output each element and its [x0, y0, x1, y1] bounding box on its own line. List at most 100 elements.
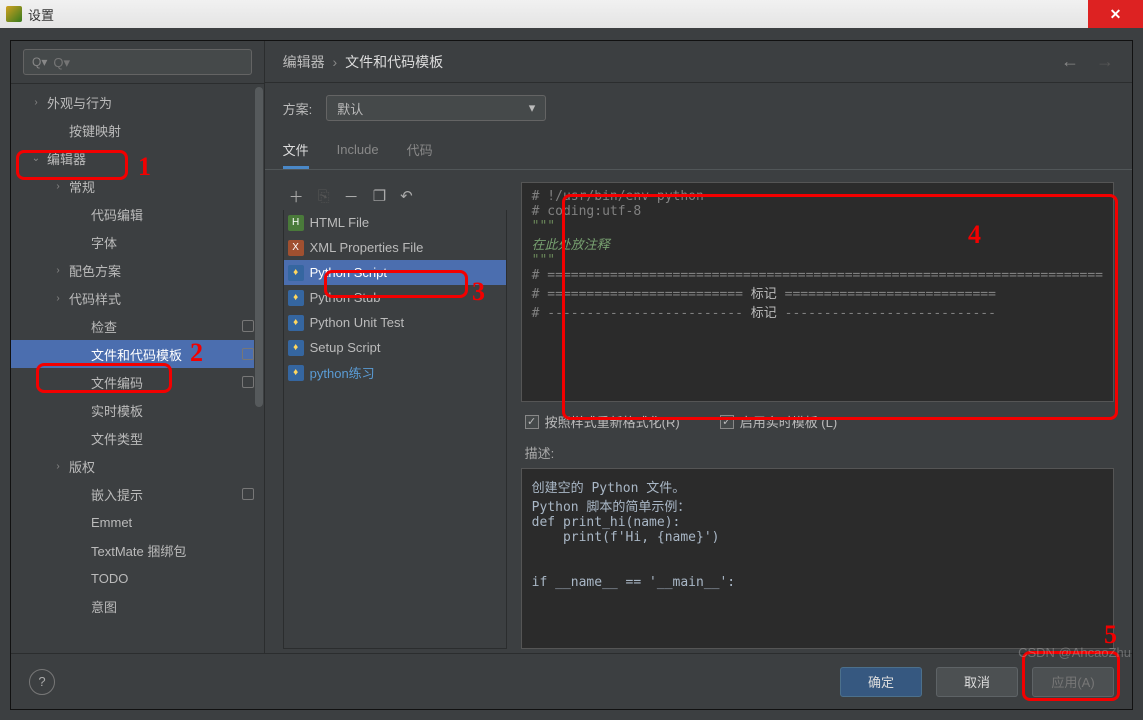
help-button[interactable]: ? [29, 669, 55, 695]
scope-icon [242, 320, 254, 332]
sidebar-item-label: 代码样式 [69, 289, 121, 308]
sidebar-item[interactable]: TextMate 捆绑包 [11, 536, 264, 564]
sidebar-item[interactable]: 代码编辑 [11, 200, 264, 228]
sidebar-item[interactable]: ›配色方案 [11, 256, 264, 284]
tab[interactable]: Include [337, 133, 379, 169]
sidebar-item[interactable]: ›版权 [11, 452, 264, 480]
tabs: 文件 Include 代码 [265, 133, 1132, 170]
sidebar-scroll-thumb[interactable] [255, 87, 263, 407]
settings-tree[interactable]: ›外观与行为按键映射⌄编辑器›常规代码编辑字体›配色方案›代码样式检查文件和代码… [11, 84, 264, 653]
chevron-icon: › [29, 97, 43, 108]
template-panel: ＋ ⎘ － ❐ ↶ H HTML File XXML Properties File… [283, 182, 507, 649]
remove-template-button[interactable]: － [344, 186, 359, 207]
template-item[interactable]: ♦python练习 [284, 360, 506, 385]
breadcrumb-b: 文件和代码模板 [345, 54, 443, 70]
py-file-icon: ♦ [288, 340, 304, 356]
scope-icon [242, 376, 254, 388]
code-line: # !/usr/bin/env python [532, 189, 704, 204]
template-toolbar: ＋ ⎘ － ❐ ↶ [283, 182, 507, 210]
sidebar-item-label: Emmet [91, 515, 132, 530]
search-input[interactable] [53, 55, 242, 70]
sidebar-item[interactable]: 文件类型 [11, 424, 264, 452]
template-item-label: Setup Script [310, 340, 381, 355]
sidebar-item[interactable]: ›外观与行为 [11, 88, 264, 116]
dialog-footer: ? 确定 取消 应用(A) [11, 653, 1132, 709]
template-item-label: Python Script [310, 265, 387, 280]
sidebar-item-label: 配色方案 [69, 261, 121, 280]
sidebar-item[interactable]: 字体 [11, 228, 264, 256]
copy-template-button[interactable]: ❐ [373, 187, 386, 205]
scheme-row: 方案: 默认 ▾ [265, 83, 1132, 133]
reformat-checkbox[interactable]: ✓ 按照样式重新格式化(R) [525, 412, 680, 431]
sidebar-item[interactable]: › 代码样式 [11, 284, 264, 312]
sidebar-item[interactable]: 实时模板 [11, 396, 264, 424]
apply-button[interactable]: 应用(A) [1032, 667, 1114, 697]
sidebar-item-label: 编辑器 [47, 149, 86, 168]
template-item[interactable]: ♦Python Stub [284, 285, 506, 310]
template-item[interactable]: H HTML File [284, 210, 506, 235]
sidebar-item[interactable]: ⌄编辑器 [11, 144, 264, 172]
tab[interactable]: 文件 [283, 133, 309, 169]
ok-button[interactable]: 确定 [840, 667, 922, 697]
template-item-label: Python Unit Test [310, 315, 404, 330]
nav-arrows: ← → [1049, 51, 1114, 72]
sidebar-item[interactable]: ›常规 [11, 172, 264, 200]
sidebar-item[interactable]: 文件和代码模板 [11, 340, 264, 368]
description-box: 创建空的 Python 文件。 Python 脚本的简单示例： def prin… [521, 468, 1114, 649]
content-row: ＋ ⎘ － ❐ ↶ H HTML File XXML Properties File… [265, 170, 1132, 653]
settings-dialog: Q▾ ›外观与行为按键映射⌄编辑器›常规代码编辑字体›配色方案›代码样式检查文件… [10, 40, 1133, 710]
search-input-wrap[interactable]: Q▾ [23, 49, 252, 75]
sidebar-item[interactable]: 意图 [11, 592, 264, 620]
live-template-checkbox[interactable]: ✓ 启用实时模板 (L) [720, 412, 838, 431]
code-line: """ [532, 219, 555, 234]
sidebar-item[interactable]: Emmet [11, 508, 264, 536]
editor-panel: # !/usr/bin/env python # coding:utf-8 ""… [521, 182, 1114, 649]
checkbox-icon: ✓ [720, 415, 734, 429]
py-file-icon: ♦ [288, 365, 304, 381]
code-mark: 标记 [751, 306, 777, 321]
template-item-label: Python Stub [310, 290, 381, 305]
xml-file-icon: X [288, 240, 304, 256]
code-mark: 标记 [751, 287, 777, 302]
code-line: 在此处放注释 [532, 238, 610, 253]
template-item-label: HTML File [310, 215, 369, 230]
sidebar-item[interactable]: 按键映射 [11, 116, 264, 144]
desc-line: print(f'Hi, {name}') [532, 530, 720, 545]
sidebar-item[interactable]: TODO [11, 564, 264, 592]
sidebar-item-label: 嵌入提示 [91, 485, 143, 504]
breadcrumb-a[interactable]: 编辑器 [283, 54, 325, 70]
cancel-button[interactable]: 取消 [936, 667, 1018, 697]
sidebar-item-label: TODO [91, 571, 128, 586]
scheme-select[interactable]: 默认 ▾ [326, 95, 546, 121]
sidebar-item-label: 常规 [69, 177, 95, 196]
scope-icon [242, 348, 254, 360]
watermark: CSDN @AhcaoZhu [1018, 645, 1131, 660]
desc-line: Python 脚本的简单示例： [532, 500, 691, 515]
undo-template-button[interactable]: ↶ [400, 187, 413, 205]
window-close-button[interactable]: ✕ [1088, 0, 1143, 28]
template-item[interactable]: ♦Python Script [284, 260, 506, 285]
apply-label: 应用(A) [1051, 672, 1094, 691]
template-list[interactable]: HHTML FileXXML Properties File♦Python Sc… [283, 210, 507, 649]
tab[interactable]: 代码 [407, 133, 433, 169]
search-icon: Q▾ [32, 55, 47, 69]
window-title: 设置 [28, 5, 54, 24]
nav-back-icon[interactable]: ← [1061, 51, 1079, 71]
template-item[interactable]: ♦Python Unit Test [284, 310, 506, 335]
template-item[interactable]: ♦ Setup Script [284, 335, 506, 360]
checkbox-icon: ✓ [525, 415, 539, 429]
add-template-button[interactable]: ＋ [289, 186, 304, 207]
sidebar-item[interactable]: 嵌入提示 [11, 480, 264, 508]
html-file-icon: H [288, 215, 304, 231]
sidebar-item[interactable]: 文件编码 [11, 368, 264, 396]
sidebar-item-label: 文件类型 [91, 429, 143, 448]
sidebar-item[interactable]: 检查 [11, 312, 264, 340]
code-editor[interactable]: # !/usr/bin/env python # coding:utf-8 ""… [521, 182, 1114, 402]
scheme-label: 方案: [283, 99, 313, 118]
search-row: Q▾ [11, 41, 264, 84]
template-item[interactable]: XXML Properties File [284, 235, 506, 260]
sidebar-item-label: 文件和代码模板 [91, 345, 182, 364]
sidebar-scrollbar[interactable] [254, 87, 264, 487]
nav-fwd-icon[interactable]: → [1096, 51, 1114, 71]
chevron-icon: › [51, 293, 65, 304]
